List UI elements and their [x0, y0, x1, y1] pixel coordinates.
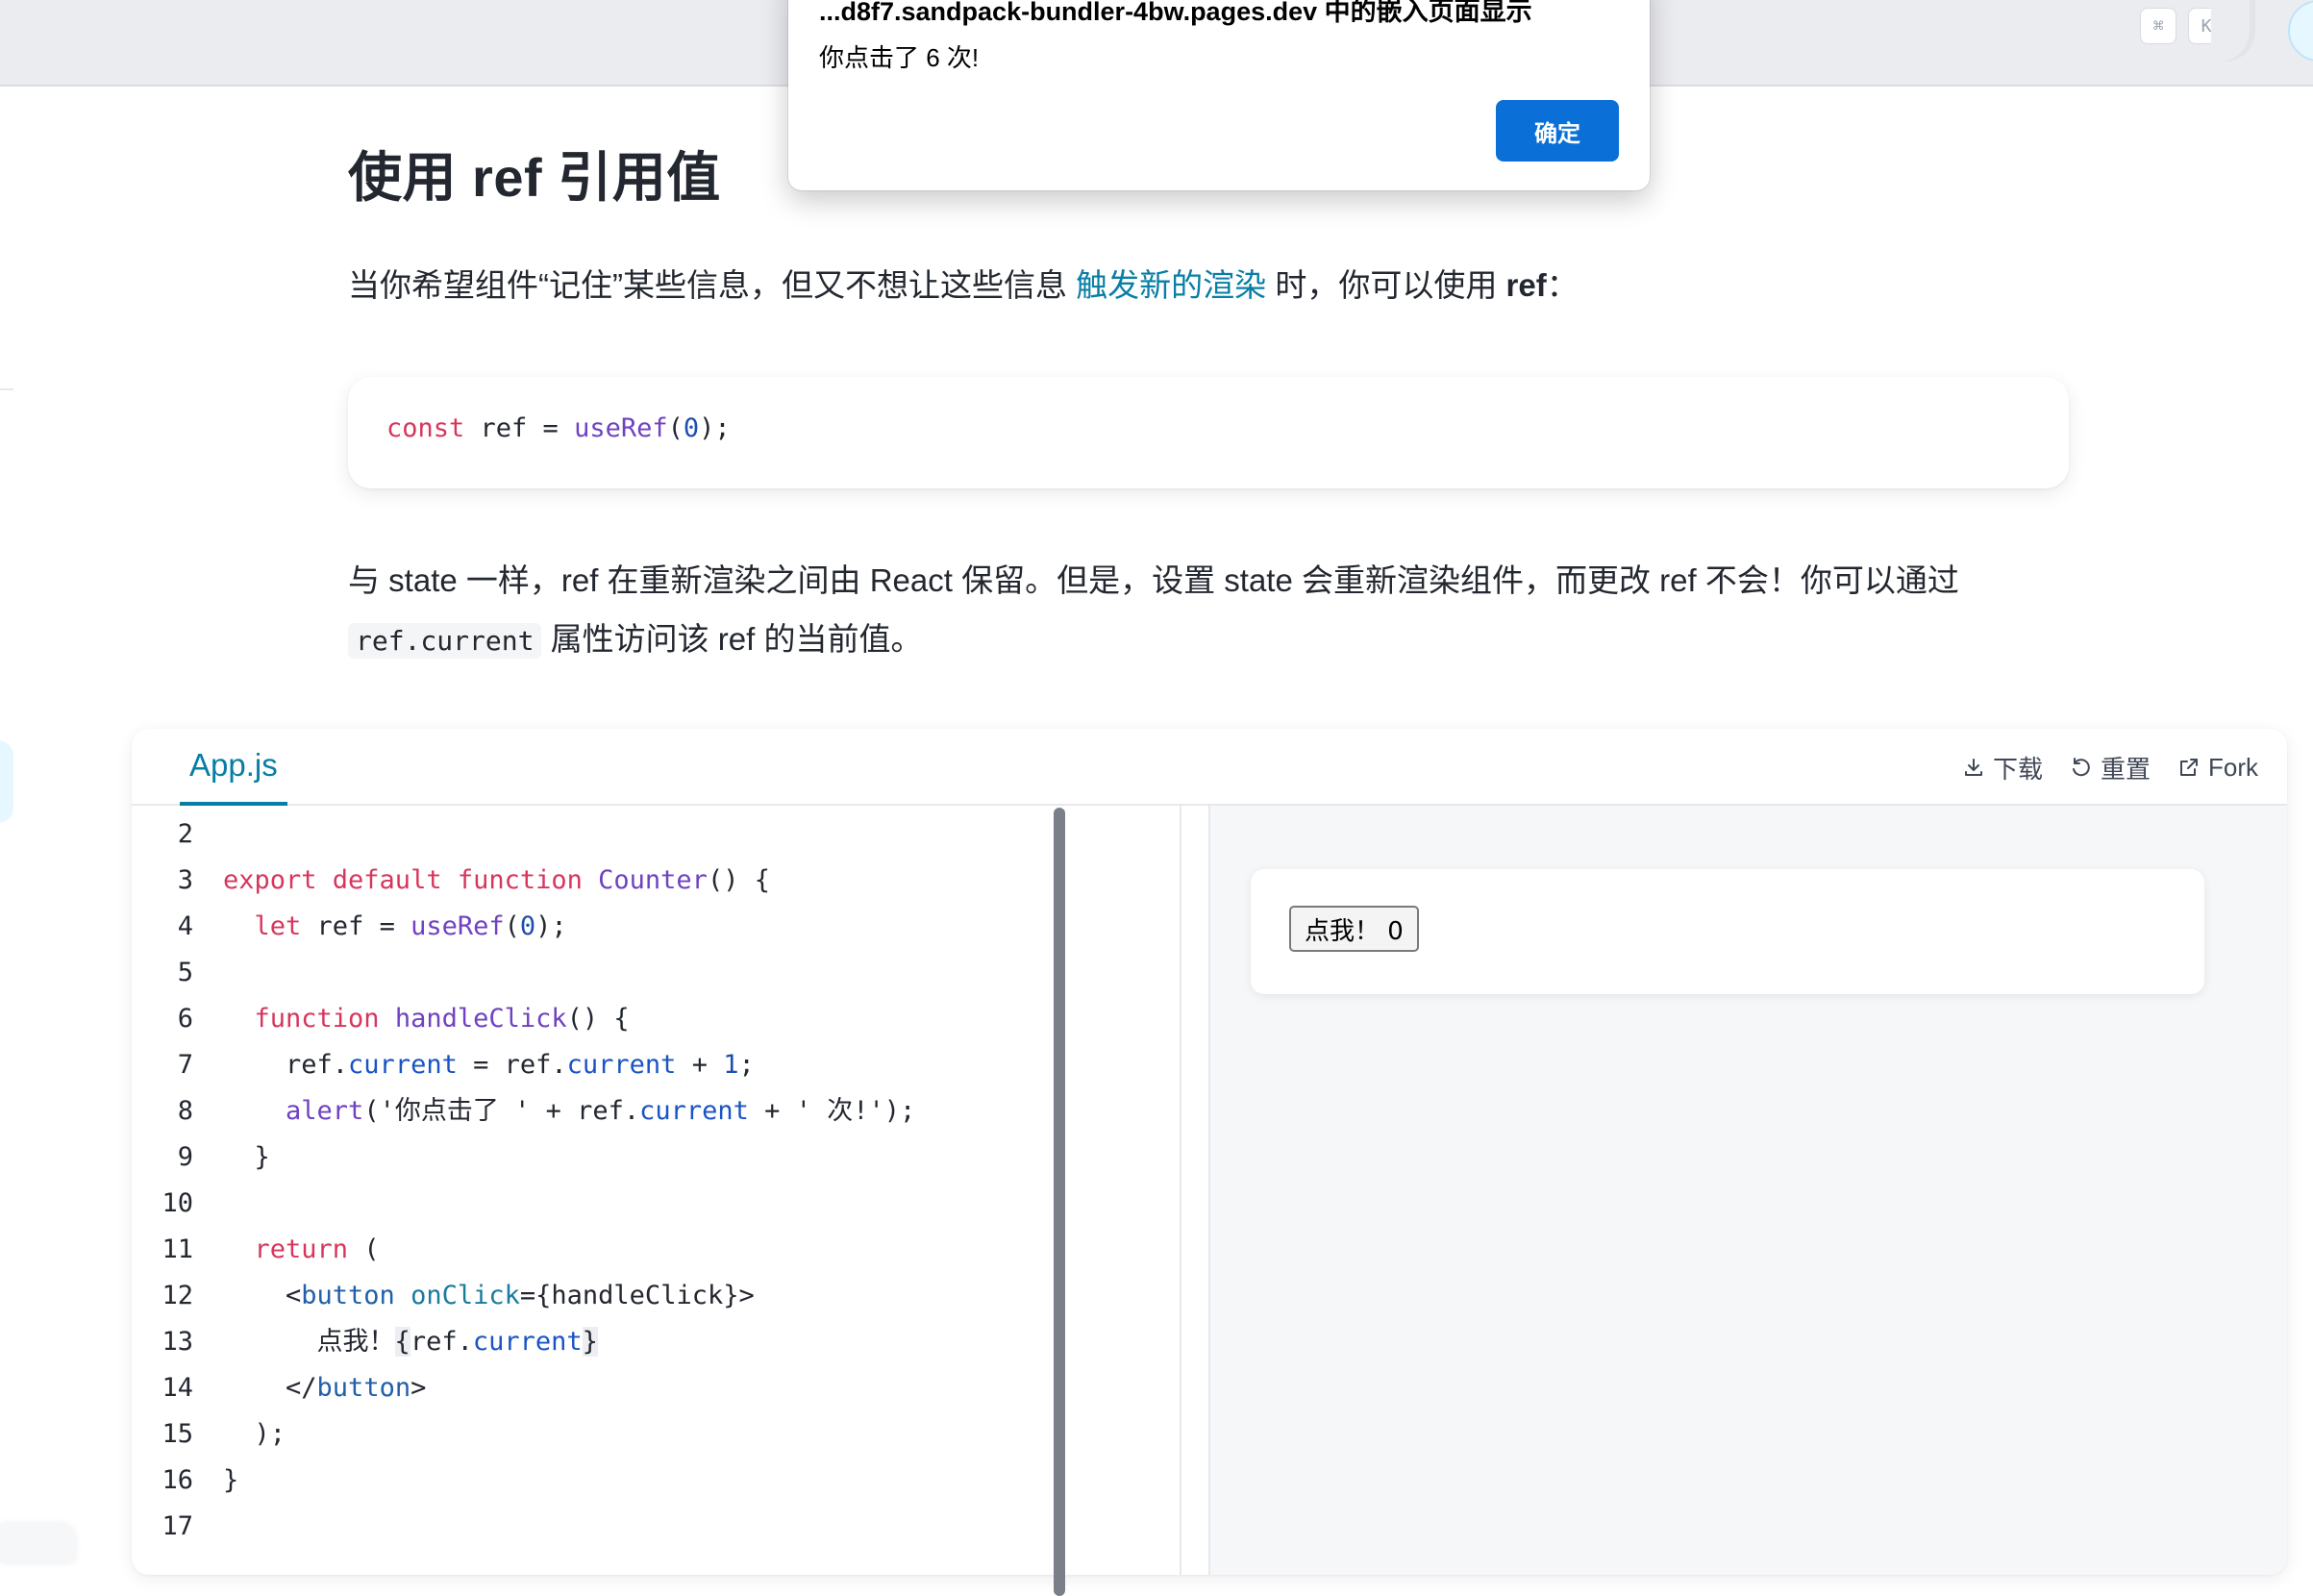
- alert-message: 你点击了 6 次!: [819, 43, 980, 72]
- intro-bold-ref: ref: [1505, 267, 1547, 303]
- intro-paragraph: 当你希望组件“记住”某些信息，但又不想让这些信息 触发新的渲染 时，你可以使用 …: [348, 257, 1579, 314]
- preview-pane: 点我！ 0: [1210, 806, 2287, 1575]
- intro-text-end: ：: [1546, 267, 1579, 303]
- line-number: 4: [177, 911, 193, 941]
- code-text: );: [223, 1419, 286, 1449]
- state-ref-paragraph-line2: ref.current 属性访问该 ref 的当前值。: [348, 611, 922, 670]
- code-editor[interactable]: 2 3 export default function Counter() { 4…: [132, 806, 1180, 1575]
- line-number: 12: [162, 1281, 193, 1310]
- line-number: 15: [162, 1419, 193, 1449]
- sidebar-active-item-edge[interactable]: [0, 740, 13, 823]
- code-text: </button>: [223, 1373, 427, 1403]
- tab-app-js[interactable]: App.js: [180, 729, 287, 806]
- download-icon: [1964, 759, 1982, 776]
- code-number: 0: [683, 413, 700, 443]
- code-ident: ref =: [464, 413, 575, 443]
- line-number: 8: [177, 1096, 193, 1126]
- fork-label: Fork: [2208, 752, 2258, 782]
- code-snippet-line: const ref = useRef(0);: [386, 413, 731, 443]
- line-number: 14: [162, 1373, 193, 1403]
- code-text: export default function Counter() {: [223, 865, 770, 895]
- alert-title: ...d8f7.sandpack-bundler-4bw.pages.dev 中…: [819, 0, 1532, 26]
- download-label: 下载: [1992, 754, 2043, 784]
- editor-scrollbar[interactable]: [1054, 808, 1065, 1596]
- code-function: useRef: [574, 413, 668, 443]
- editor-preview-divider: [1180, 806, 1210, 1575]
- para2-text-end: 属性访问该 ref 的当前值。: [541, 621, 923, 657]
- code-text: <button onClick={handleClick}>: [223, 1281, 755, 1310]
- code-keyword: const: [386, 413, 465, 443]
- intro-text-before: 当你希望组件“记住”某些信息，但又不想让这些信息: [348, 267, 1077, 303]
- line-number: 9: [177, 1142, 193, 1172]
- state-ref-paragraph-line1: 与 state 一样，ref 在重新渲染之间由 React 保留。但是，设置 s…: [348, 562, 1959, 598]
- line-number: 11: [162, 1234, 193, 1264]
- intro-text-after: 时，你可以使用: [1266, 267, 1506, 303]
- counter-button[interactable]: 点我！ 0: [1289, 906, 1419, 952]
- ok-button[interactable]: 确定: [1496, 100, 1619, 162]
- code-text: }: [223, 1142, 270, 1172]
- fork-button[interactable]: Fork: [2177, 753, 2258, 783]
- code-text: alert('你点击了 ' + ref.current + ' 次!');: [286, 1096, 916, 1126]
- sidebar-divider: [0, 388, 13, 390]
- line-number: 17: [162, 1511, 193, 1541]
- code-snippet-block: const ref = useRef(0);: [348, 377, 2069, 488]
- page-title: 使用 ref 引用值: [348, 147, 721, 208]
- reset-label: 重置: [2100, 754, 2151, 784]
- search-box-edge[interactable]: [2211, 0, 2250, 62]
- sandpack-header: App.js 下载 重置 Fork: [132, 729, 2287, 806]
- code-text: }: [223, 1465, 239, 1495]
- line-number: 2: [177, 819, 193, 849]
- reset-button[interactable]: 重置: [2070, 750, 2151, 786]
- code-open: (: [667, 413, 684, 443]
- code-close: );: [699, 413, 731, 443]
- line-number: 5: [177, 958, 193, 987]
- code-text: 点我！{ref.current}: [223, 1327, 598, 1357]
- sandpack-editor: App.js 下载 重置 Fork 2 3 export default func…: [132, 729, 2287, 1575]
- code-text: ref.current = ref.current + 1;: [223, 1050, 755, 1080]
- code-text: function handleClick() {: [254, 1004, 630, 1034]
- line-number: 3: [177, 865, 193, 895]
- sidebar-bottom-edge: [0, 1524, 75, 1562]
- line-number: 10: [162, 1188, 193, 1218]
- line-number: 13: [162, 1327, 193, 1357]
- download-button[interactable]: 下载: [1962, 750, 2043, 786]
- external-link-icon: [2180, 759, 2198, 776]
- topbar-accent-button[interactable]: [2288, 0, 2313, 62]
- kbd-cmd-key: ⌘: [2140, 8, 2176, 44]
- preview-card: 点我！ 0: [1251, 869, 2204, 994]
- inline-code-ref-current: ref.current: [348, 623, 542, 659]
- line-number: 7: [177, 1050, 193, 1080]
- line-number: 6: [177, 1004, 193, 1034]
- code-text: return (: [254, 1234, 380, 1264]
- alert-dialog: ...d8f7.sandpack-bundler-4bw.pages.dev 中…: [788, 0, 1650, 190]
- code-text: let ref = useRef(0);: [254, 911, 567, 941]
- render-link[interactable]: 触发新的渲染: [1076, 267, 1266, 303]
- sandpack-actions: 下载 重置 Fork: [1962, 729, 2258, 806]
- reset-icon: [2072, 758, 2090, 777]
- line-number: 16: [162, 1465, 193, 1495]
